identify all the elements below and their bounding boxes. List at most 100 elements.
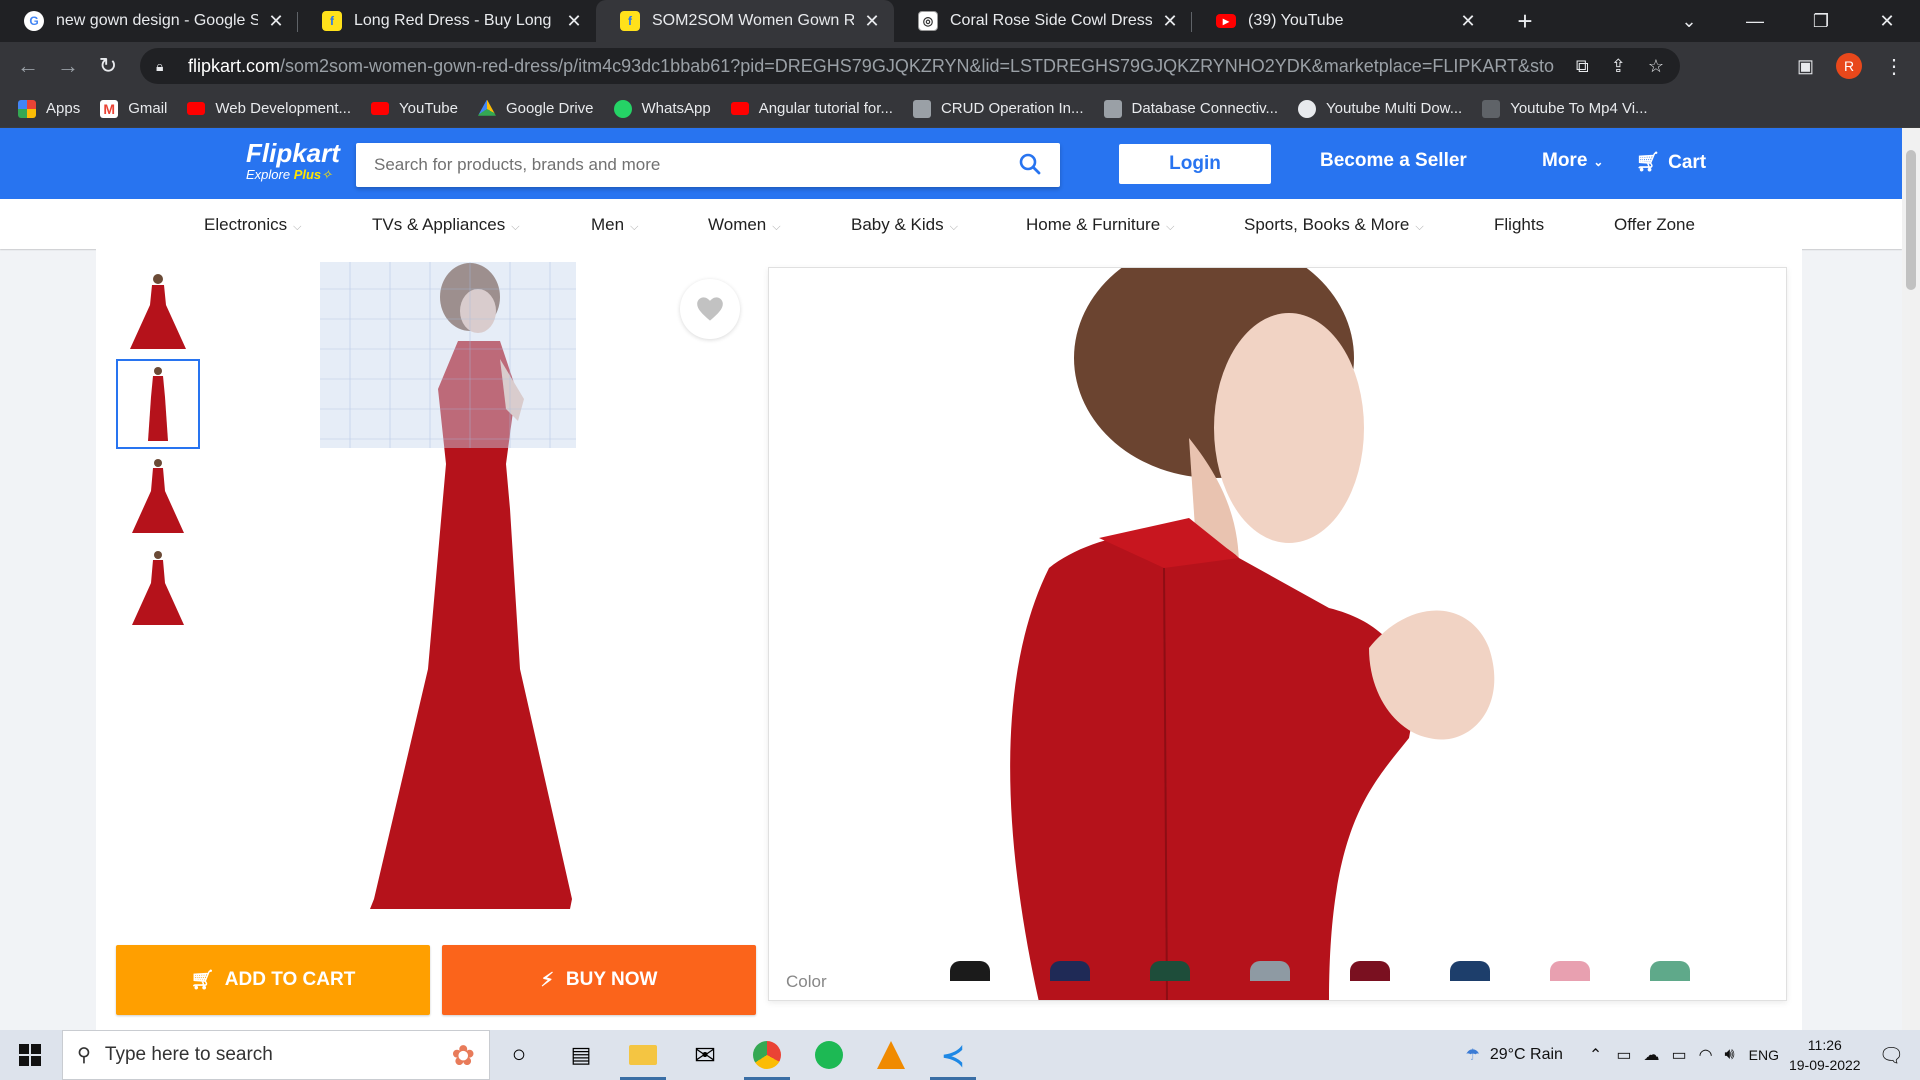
- new-tab-button[interactable]: +: [1510, 6, 1540, 36]
- color-swatch[interactable]: [1050, 961, 1090, 981]
- file-explorer-icon[interactable]: [614, 1030, 672, 1080]
- back-button[interactable]: ←: [8, 53, 48, 79]
- tab-long-red-dress[interactable]: f Long Red Dress - Buy Long Red Dress ✕: [298, 0, 596, 42]
- tab-topshop[interactable]: ◎ Coral Rose Side Cowl Dress – TOPSHOP ✕: [894, 0, 1192, 42]
- become-seller-link[interactable]: Become a Seller: [1320, 150, 1467, 172]
- category-sports-books[interactable]: Sports, Books & More ⌵: [1244, 215, 1424, 235]
- wishlist-button[interactable]: [680, 279, 740, 339]
- bookmark-google-drive[interactable]: Google Drive: [477, 99, 594, 118]
- cart-button[interactable]: 🛒︎ Cart: [1636, 150, 1706, 174]
- weather-text[interactable]: 29°C Rain: [1490, 1046, 1563, 1064]
- vscode-icon[interactable]: ≺: [924, 1030, 982, 1080]
- bookmark-gmail[interactable]: M Gmail: [100, 99, 167, 118]
- category-offer-zone[interactable]: Offer Zone: [1614, 215, 1695, 235]
- color-swatch[interactable]: [1450, 961, 1490, 981]
- product-thumbnail[interactable]: [116, 267, 200, 357]
- flower-widget-icon: ✿: [451, 1039, 475, 1071]
- product-thumbnail[interactable]: [116, 451, 200, 541]
- color-swatch[interactable]: [1350, 961, 1390, 981]
- taskbar-clock[interactable]: 11:26 19-09-2022: [1789, 1035, 1861, 1075]
- category-men[interactable]: Men ⌵: [591, 215, 638, 235]
- close-tab-icon[interactable]: ✕: [862, 11, 882, 32]
- chevron-up-icon[interactable]: ⌃: [1589, 1045, 1602, 1065]
- tab-search-icon[interactable]: ⌄: [1656, 11, 1722, 32]
- bookmark-youtube[interactable]: YouTube: [371, 100, 458, 117]
- restore-button[interactable]: ❐: [1788, 11, 1854, 32]
- bookmark-angular-tutorial[interactable]: Angular tutorial for...: [730, 100, 893, 117]
- product-thumbnail[interactable]: [116, 543, 200, 633]
- chevron-down-icon: ⌵: [1166, 221, 1175, 233]
- login-button[interactable]: Login: [1119, 144, 1271, 184]
- youtube-icon: [730, 102, 749, 115]
- mail-icon[interactable]: ✉: [676, 1030, 734, 1080]
- color-swatch[interactable]: [1550, 961, 1590, 981]
- tab-som2som-gown[interactable]: f SOM2SOM Women Gown Red Dress ✕: [596, 0, 894, 42]
- search-icon[interactable]: [1018, 152, 1042, 176]
- flipkart-header: Flipkart Explore Plus✧ Search for produc…: [0, 128, 1902, 199]
- heart-icon: [697, 297, 723, 321]
- url-bar[interactable]: 🔒︎ flipkart.com /som2som-women-gown-red-…: [140, 48, 1680, 84]
- minimize-button[interactable]: —: [1722, 11, 1788, 32]
- chrome-icon[interactable]: [738, 1030, 796, 1080]
- bookmark-apps[interactable]: Apps: [18, 99, 80, 118]
- windows-start-icon[interactable]: [0, 1030, 60, 1080]
- spotify-icon[interactable]: [800, 1030, 858, 1080]
- meet-icon[interactable]: ▭: [1616, 1045, 1631, 1065]
- bookmark-database-connectivity[interactable]: Database Connectiv...: [1103, 99, 1278, 118]
- task-view-icon[interactable]: ○: [490, 1030, 548, 1080]
- notifications-icon[interactable]: 🗨︎: [1879, 1043, 1904, 1068]
- tab-google-search[interactable]: G new gown design - Google Search ✕: [0, 0, 298, 42]
- taskbar-search-input[interactable]: ⚲ Type here to search ✿: [62, 1030, 490, 1080]
- language-indicator[interactable]: ENG: [1749, 1047, 1779, 1063]
- color-swatch[interactable]: [1150, 961, 1190, 981]
- profile-avatar[interactable]: R: [1836, 53, 1862, 79]
- wifi-icon[interactable]: ◠: [1699, 1045, 1713, 1065]
- reload-button[interactable]: ↻: [88, 53, 128, 79]
- category-baby-kids[interactable]: Baby & Kids ⌵: [851, 215, 958, 235]
- tab-youtube[interactable]: ▶ (39) YouTube ✕: [1192, 0, 1490, 42]
- translate-icon[interactable]: ⧉: [1576, 56, 1589, 77]
- url-host: flipkart.com: [188, 55, 281, 76]
- scrollbar-thumb[interactable]: [1906, 150, 1916, 290]
- bookmark-whatsapp[interactable]: WhatsApp: [613, 99, 711, 118]
- more-menu[interactable]: More ⌄: [1542, 150, 1603, 172]
- flipkart-logo[interactable]: Flipkart Explore Plus✧: [246, 138, 340, 183]
- onedrive-icon[interactable]: ☁︎: [1643, 1045, 1659, 1065]
- category-electronics[interactable]: Electronics ⌵: [204, 215, 301, 235]
- close-tab-icon[interactable]: ✕: [266, 11, 286, 32]
- product-main-image[interactable]: [310, 249, 630, 929]
- plus-star-icon: ✧: [321, 167, 333, 182]
- close-tab-icon[interactable]: ✕: [564, 11, 584, 32]
- bookmark-youtube-multi-downloader[interactable]: Youtube Multi Dow...: [1298, 99, 1462, 118]
- buy-now-button[interactable]: ⚡︎ BUY NOW: [442, 945, 756, 1015]
- add-to-cart-button[interactable]: 🛒︎ ADD TO CART: [116, 945, 430, 1015]
- close-tab-icon[interactable]: ✕: [1458, 11, 1478, 32]
- product-thumbnail-selected[interactable]: [116, 359, 200, 449]
- color-swatch[interactable]: [1650, 961, 1690, 981]
- volume-icon[interactable]: 🔊︎: [1725, 1046, 1735, 1064]
- category-tvs-appliances[interactable]: TVs & Appliances ⌵: [372, 215, 520, 235]
- search-input[interactable]: Search for products, brands and more: [356, 143, 1060, 187]
- color-swatch[interactable]: [1250, 961, 1290, 981]
- category-flights[interactable]: Flights: [1494, 215, 1544, 235]
- bookmark-star-icon[interactable]: ☆: [1648, 56, 1664, 77]
- bookmark-youtube-to-mp4[interactable]: Youtube To Mp4 Vi...: [1482, 99, 1648, 118]
- widgets-icon[interactable]: ▤: [552, 1030, 610, 1080]
- color-swatch[interactable]: [950, 961, 990, 981]
- product-panel: Color 🛒︎ ADD TO CART ⚡︎ BUY NOW: [96, 249, 1802, 1030]
- close-tab-icon[interactable]: ✕: [1160, 11, 1180, 32]
- battery-icon[interactable]: ▭: [1671, 1045, 1686, 1065]
- close-window-button[interactable]: ✕: [1854, 11, 1920, 32]
- category-home-furniture[interactable]: Home & Furniture ⌵: [1026, 215, 1175, 235]
- side-panel-icon[interactable]: ▣: [1797, 56, 1814, 77]
- page-scrollbar[interactable]: [1902, 128, 1920, 1030]
- bookmark-crud-operation[interactable]: CRUD Operation In...: [912, 99, 1084, 118]
- vlc-icon[interactable]: [862, 1030, 920, 1080]
- lock-icon[interactable]: 🔒︎: [156, 58, 170, 74]
- forward-button[interactable]: →: [48, 53, 88, 79]
- share-icon[interactable]: ⇪: [1611, 56, 1626, 77]
- chrome-menu-icon[interactable]: ⋮: [1884, 54, 1904, 79]
- windows-taskbar: ⚲ Type here to search ✿ ○ ▤ ✉ ≺ ☂︎ 29°C …: [0, 1030, 1920, 1080]
- category-women[interactable]: Women ⌵: [708, 215, 781, 235]
- bookmark-web-development[interactable]: Web Development...: [187, 100, 351, 117]
